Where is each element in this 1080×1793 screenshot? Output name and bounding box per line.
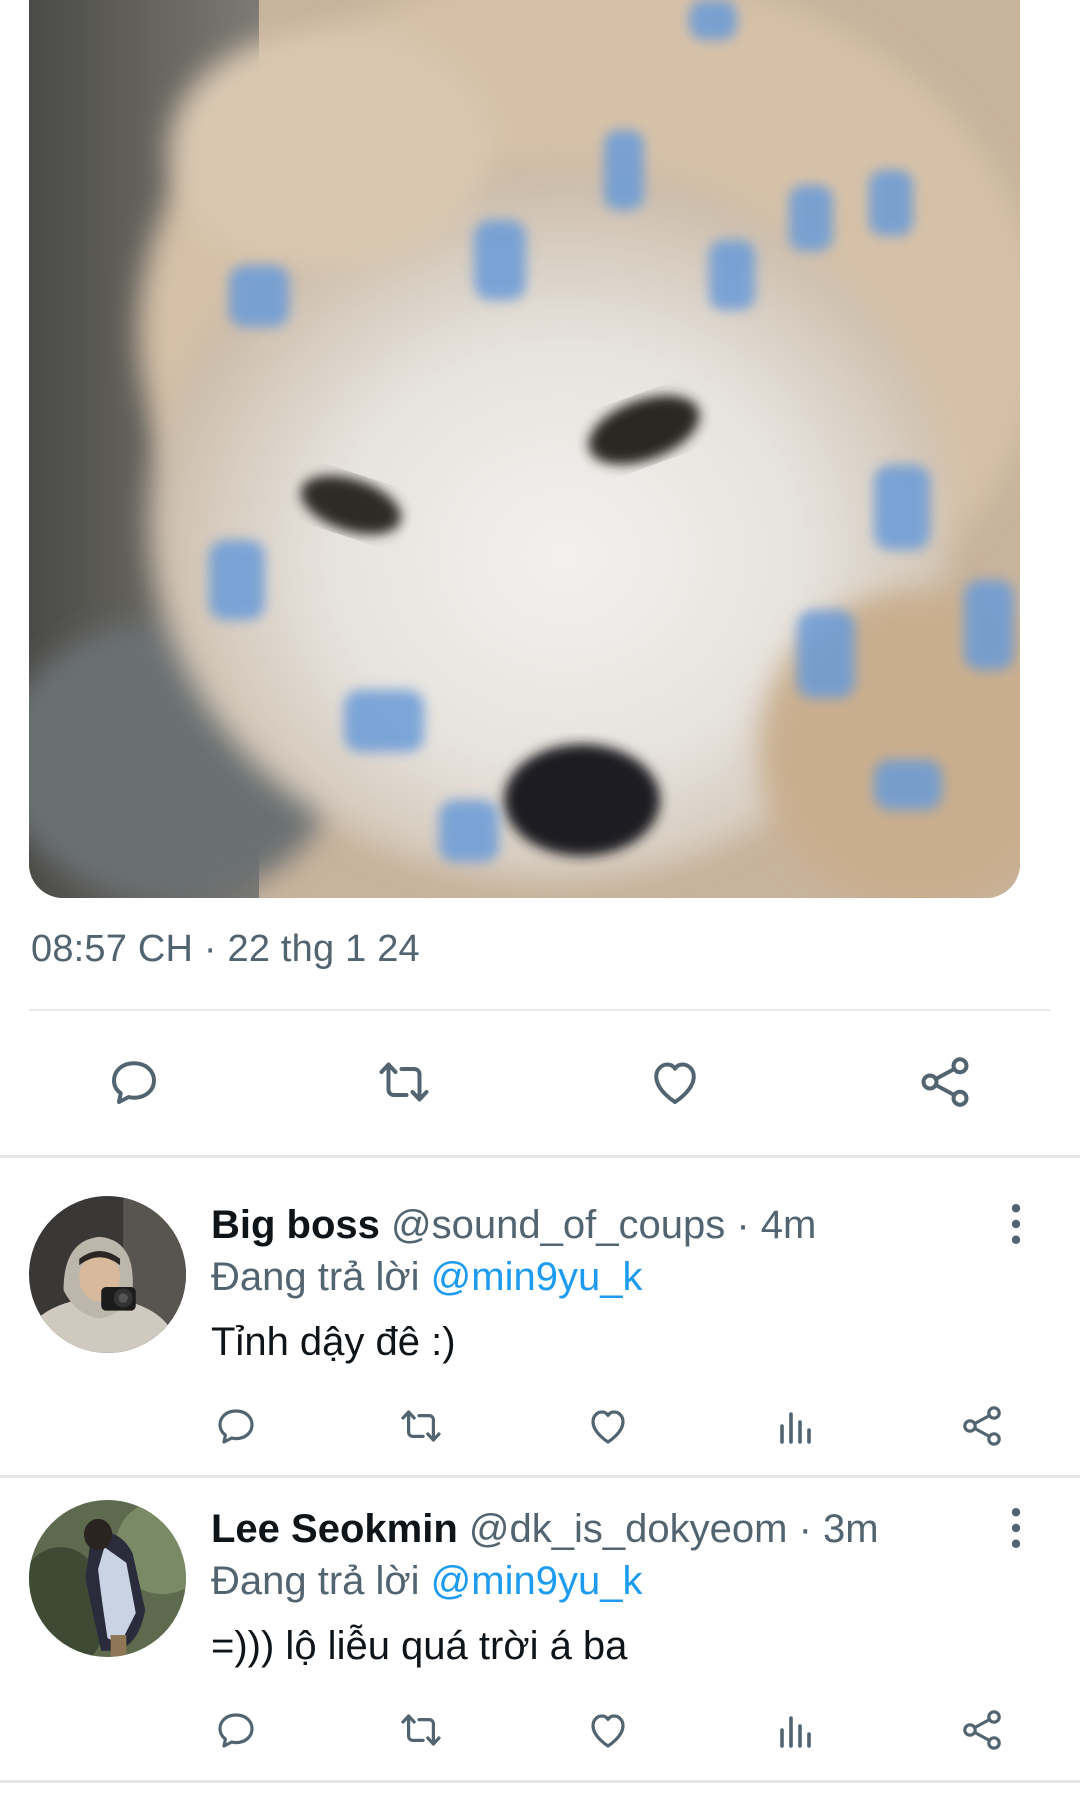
avatar[interactable] (29, 1500, 186, 1657)
share-icon (963, 1406, 1001, 1446)
like-button[interactable] (580, 1398, 636, 1454)
retweet-button[interactable] (393, 1702, 449, 1758)
like-icon (591, 1714, 625, 1748)
reply-text: =))) lộ liễu quá trời á ba (211, 1624, 628, 1668)
views-icon (780, 1716, 811, 1748)
divider (29, 1009, 1050, 1011)
like-icon (591, 1410, 625, 1444)
display-name[interactable]: Lee Seokmin (211, 1507, 458, 1551)
share-icon (963, 1710, 1001, 1750)
retweet-button[interactable] (372, 1050, 436, 1114)
replying-to-label: Đang trả lời (211, 1559, 420, 1603)
tweet-timestamp[interactable]: 08:57 CH · 22 thg 1 24 (31, 928, 420, 971)
retweet-button[interactable] (393, 1398, 449, 1454)
reply-icon (218, 1409, 254, 1444)
reply-button[interactable] (102, 1050, 166, 1114)
reply-age: 4m (760, 1203, 817, 1247)
share-button[interactable] (913, 1050, 977, 1114)
share-button[interactable] (954, 1702, 1010, 1758)
user-handle[interactable]: @dk_is_dokyeom (469, 1507, 788, 1551)
replying-to: Đang trả lời @min9yu_k (211, 1253, 642, 1301)
like-icon (654, 1062, 696, 1104)
replying-to: Đang trả lời @min9yu_k (211, 1557, 642, 1605)
retweet-icon (379, 1062, 429, 1102)
more-vertical-icon (1011, 1508, 1021, 1548)
more-vertical-icon (1011, 1204, 1021, 1244)
like-button[interactable] (580, 1702, 636, 1758)
reply-button[interactable] (208, 1702, 264, 1758)
retweet-icon (401, 1714, 441, 1746)
share-icon (921, 1057, 969, 1107)
tweet-action-bar (0, 1042, 1080, 1122)
share-button[interactable] (954, 1398, 1010, 1454)
views-icon (780, 1412, 811, 1444)
display-name[interactable]: Big boss (211, 1203, 380, 1247)
divider (0, 1475, 1080, 1478)
reply-mention-link[interactable]: @min9yu_k (431, 1255, 643, 1299)
separator: · (798, 1507, 812, 1551)
divider (0, 1155, 1080, 1158)
reply-button[interactable] (208, 1398, 264, 1454)
reply-icon (218, 1713, 254, 1748)
views-button[interactable] (768, 1398, 824, 1454)
reply-text: Tỉnh dậy đê :) (211, 1320, 456, 1364)
views-button[interactable] (768, 1702, 824, 1758)
reply-age: 3m (823, 1507, 879, 1551)
divider (0, 1780, 1080, 1783)
reply-mention-link[interactable]: @min9yu_k (431, 1559, 643, 1603)
more-options-button[interactable] (996, 1198, 1036, 1250)
separator: · (736, 1203, 750, 1247)
user-handle[interactable]: @sound_of_coups (391, 1203, 725, 1247)
reply-icon (112, 1061, 156, 1104)
avatar[interactable] (29, 1196, 186, 1353)
reply-header: Lee Seokmin @dk_is_dokyeom · 3m (211, 1505, 879, 1553)
more-options-button[interactable] (996, 1502, 1036, 1554)
like-button[interactable] (643, 1050, 707, 1114)
reply-header: Big boss @sound_of_coups · 4m (211, 1201, 816, 1249)
tweet-media-image[interactable] (29, 0, 1020, 898)
retweet-icon (401, 1410, 441, 1442)
replying-to-label: Đang trả lời (211, 1255, 420, 1299)
